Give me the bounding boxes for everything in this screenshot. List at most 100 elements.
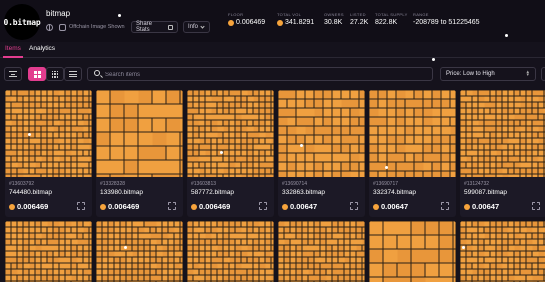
item-id: #13603792: [9, 181, 35, 187]
search-box: [87, 67, 433, 81]
globe-icon[interactable]: [46, 24, 53, 31]
decorative-dot: [124, 246, 127, 249]
panel-toggle-icon[interactable]: [541, 67, 545, 81]
stat-label: FLOOR: [228, 12, 244, 17]
bitmap-image: [278, 90, 365, 177]
scan-icon[interactable]: [77, 202, 85, 210]
item-card[interactable]: [460, 221, 545, 282]
coin-icon: [464, 203, 470, 210]
item-price: 0.006469: [17, 202, 49, 211]
list-icon: [69, 71, 77, 77]
decorative-dot: [220, 151, 223, 154]
scan-icon[interactable]: [350, 202, 358, 210]
scan-icon[interactable]: [168, 202, 176, 210]
coin-icon: [277, 19, 283, 26]
chevron-down-icon: [200, 23, 205, 29]
stat-value: 30.8K: [324, 19, 343, 26]
stat-label: OWNERS: [324, 12, 344, 17]
decorative-dot: [385, 166, 388, 169]
collection-name: bitmap: [46, 9, 71, 18]
bitmap-image: [5, 90, 92, 177]
stat-value: 0.006469: [236, 19, 266, 26]
bitmap-image: [369, 221, 456, 282]
list-view-button[interactable]: [64, 67, 82, 81]
offchain-image-label: Offchain Image Shown: [69, 24, 125, 30]
item-name: 332374.bitmap: [373, 189, 417, 196]
share-stats-label: Share Stats: [136, 21, 153, 33]
item-card[interactable]: [278, 221, 365, 282]
filter-button[interactable]: [4, 67, 22, 81]
coin-icon: [228, 19, 234, 26]
stat-label: RANGE: [413, 12, 429, 17]
item-name: 332863.bitmap: [282, 189, 326, 196]
item-card[interactable]: #13603813 587772.bitmap 0.006469: [187, 90, 274, 217]
item-price: 0.00647: [381, 202, 409, 211]
large-grid-view-button[interactable]: [28, 67, 46, 81]
stat-total-supply: TOTAL SUPPLY 822.8K: [375, 12, 408, 26]
coin-icon: [373, 203, 379, 210]
item-card[interactable]: #13328328 133980.bitmap 0.006469: [96, 90, 183, 217]
image-icon: [59, 24, 66, 31]
item-name: 599087.bitmap: [464, 189, 508, 196]
decorative-dot: [462, 246, 465, 249]
stat-listed: LISTED 27.2K: [350, 12, 368, 26]
collection-avatar: 0.bitmap: [3, 4, 41, 40]
item-id: #13603813: [191, 181, 217, 187]
scan-icon[interactable]: [259, 202, 267, 210]
item-card[interactable]: [369, 221, 456, 282]
toolbar: Price: Low to High ▴▾: [0, 58, 545, 88]
stat-owners: OWNERS 30.8K: [324, 12, 344, 26]
item-id: #13690717: [373, 181, 399, 187]
stat-value: 822.8K: [375, 19, 398, 26]
sort-select[interactable]: Price: Low to High ▴ ▾: [440, 67, 536, 81]
bitmap-image: [369, 90, 456, 177]
item-id: #13690714: [282, 181, 308, 187]
item-card[interactable]: [187, 221, 274, 282]
coin-icon: [100, 203, 106, 210]
external-link-icon: [168, 24, 173, 30]
decorative-dot: [300, 144, 303, 147]
item-card[interactable]: #13690714 332863.bitmap 0.00647: [278, 90, 365, 217]
decorative-dot: [432, 58, 435, 61]
bitmap-image: [96, 221, 183, 282]
bitmap-image: [96, 90, 183, 177]
coin-icon: [9, 203, 15, 210]
item-price: 0.006469: [108, 202, 140, 211]
info-button[interactable]: Info: [183, 21, 210, 33]
small-grid-view-button[interactable]: [46, 67, 64, 81]
info-label: Info: [188, 24, 199, 30]
avatar-text: 0.bitmap: [3, 17, 41, 27]
stat-range: RANGE -208789 to 51225465: [413, 12, 480, 26]
grid-large-icon: [33, 70, 41, 78]
bitmap-image: [460, 221, 545, 282]
decorative-dot: [118, 14, 121, 17]
decorative-dot: [28, 133, 31, 136]
item-id: #13328328: [100, 181, 126, 187]
item-price: 0.00647: [290, 202, 318, 211]
item-name: 133980.bitmap: [100, 189, 144, 196]
item-card[interactable]: [96, 221, 183, 282]
item-name: 744480.bitmap: [9, 189, 53, 196]
item-price: 0.006469: [199, 202, 231, 211]
bitmap-image: [460, 90, 545, 177]
grid-small-icon: [51, 70, 59, 78]
share-stats-button[interactable]: Share Stats: [131, 21, 178, 33]
item-id: #13124732: [464, 181, 490, 187]
stat-floor: FLOOR 0.006469: [228, 12, 265, 26]
item-card[interactable]: #13124732 599087.bitmap 0.00647: [460, 90, 545, 217]
scan-icon[interactable]: [532, 202, 540, 210]
search-input[interactable]: [105, 70, 405, 79]
bitmap-image: [278, 221, 365, 282]
item-card[interactable]: [5, 221, 92, 282]
bitmap-image: [187, 221, 274, 282]
item-card[interactable]: #13603792 744480.bitmap 0.006469: [5, 90, 92, 217]
stat-total-vol: TOTAL VOL 341.8291: [277, 12, 314, 26]
tab-items[interactable]: Items: [5, 45, 21, 52]
scan-icon[interactable]: [441, 202, 449, 210]
tab-analytics[interactable]: Analytics: [29, 45, 55, 52]
stat-value: 27.2K: [350, 19, 369, 26]
bitmap-image: [187, 90, 274, 177]
search-icon: [94, 70, 100, 76]
item-card[interactable]: #13690717 332374.bitmap 0.00647: [369, 90, 456, 217]
stat-label: TOTAL VOL: [277, 12, 302, 17]
